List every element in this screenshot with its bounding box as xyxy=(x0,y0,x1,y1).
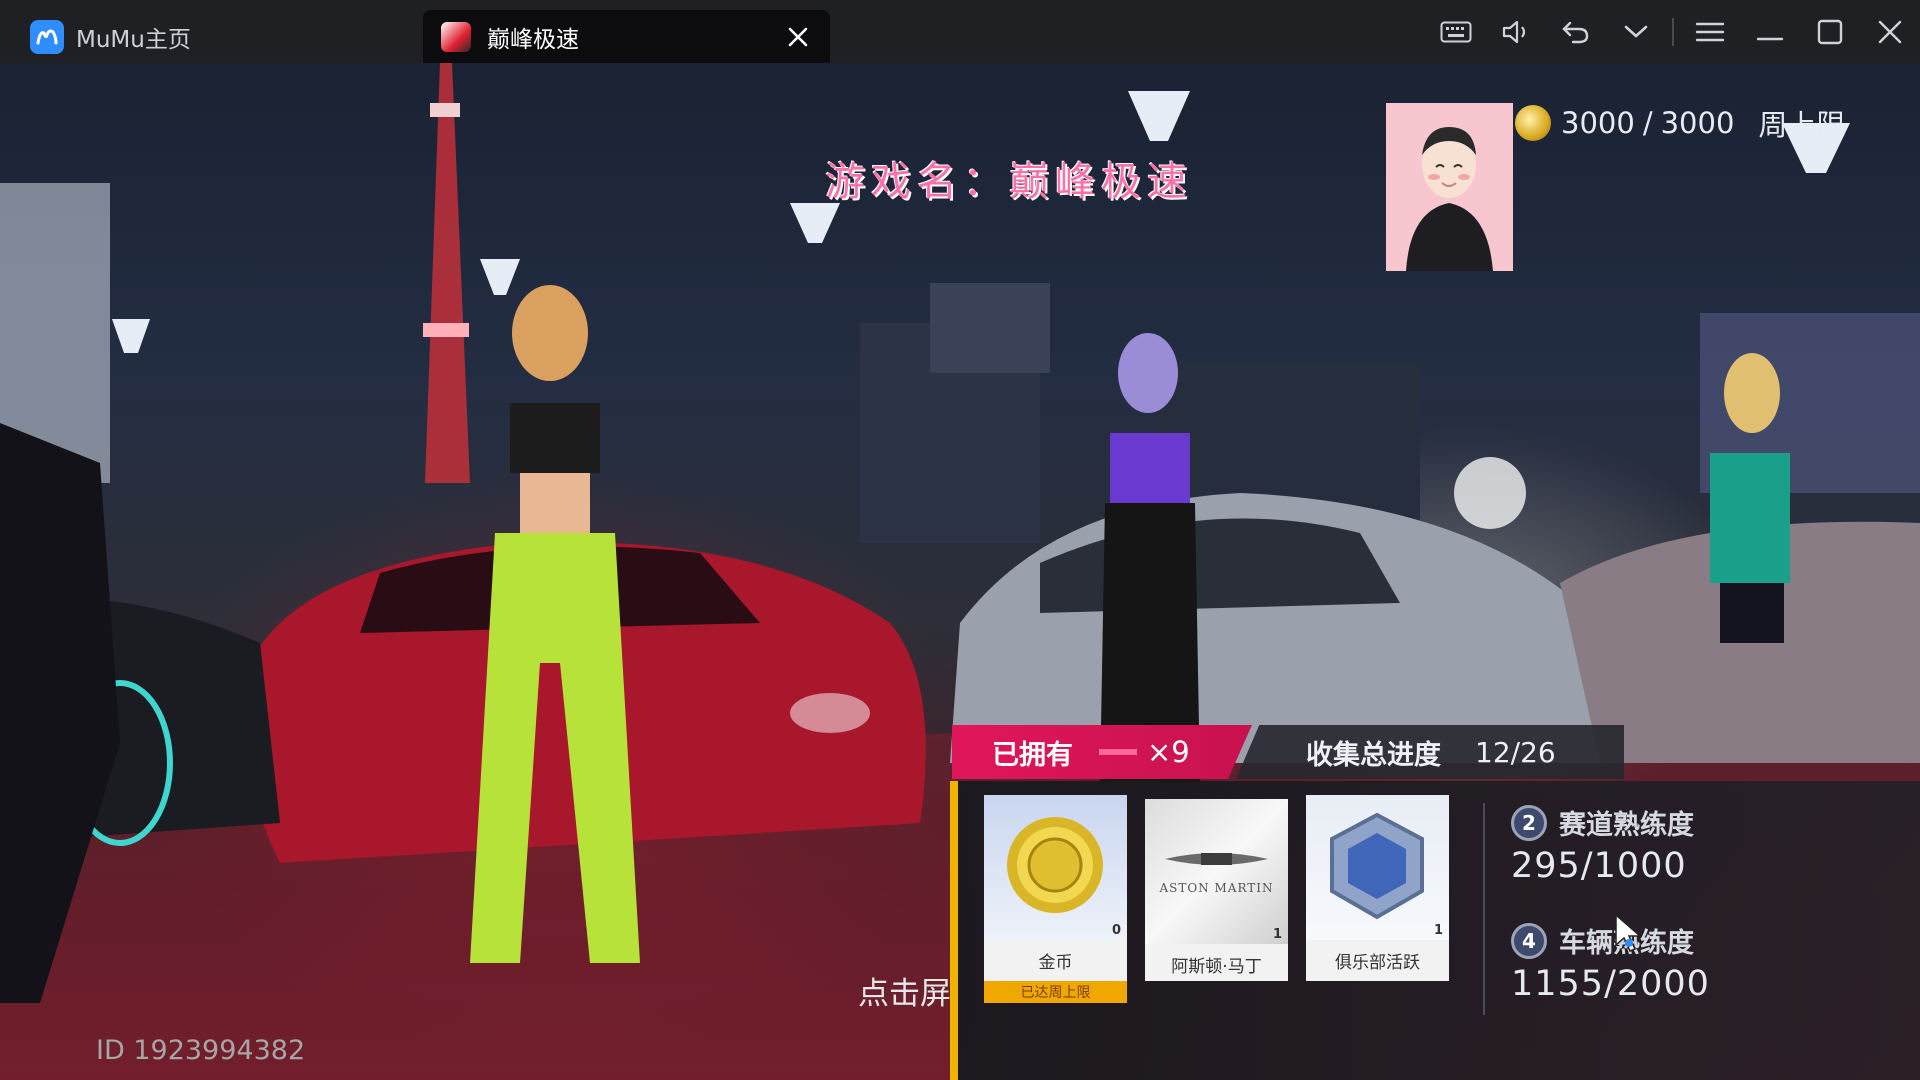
currency-separator: / xyxy=(1642,106,1653,140)
game-app-icon xyxy=(441,21,471,52)
progress-value: 12/26 xyxy=(1475,735,1556,769)
collection-progress-bar: 收集总进度 12/26 xyxy=(1236,725,1624,779)
owned-count-bar: 已拥有 ×9 xyxy=(952,725,1252,779)
volume-icon[interactable] xyxy=(1486,0,1546,63)
close-icon[interactable] xyxy=(1860,0,1920,63)
avatar-portrait-icon xyxy=(1406,127,1493,271)
panel-divider xyxy=(1483,803,1485,1015)
level-badge-icon: 2 xyxy=(1511,804,1547,841)
level-badge-icon: 4 xyxy=(1511,922,1547,959)
gold-coin-icon: 0 xyxy=(984,795,1127,940)
collection-reward-panel: 0 金币 已达周上限 ASTON MARTIN 1 阿斯顿·马丁 1 俱乐部活跃… xyxy=(950,781,1920,1080)
player-avatar[interactable] xyxy=(1386,103,1513,271)
keyboard-icon[interactable] xyxy=(1426,0,1486,63)
toolbar-divider xyxy=(1672,17,1674,46)
maximize-icon[interactable] xyxy=(1800,0,1860,63)
reward-name: 金币 xyxy=(1038,953,1073,973)
reward-qty: 1 xyxy=(1272,927,1282,942)
currency-max: 3000 xyxy=(1660,106,1735,140)
window-toolbar xyxy=(1426,0,1920,63)
coin-icon xyxy=(1515,105,1551,141)
game-viewport[interactable]: 游戏名：巅峰极速 3000 / 3000 周上限 ID 1923994382 点… xyxy=(0,63,1920,1080)
stat-label: 赛道熟练度 xyxy=(1559,810,1694,841)
tab-close-icon[interactable] xyxy=(784,23,812,51)
progress-label: 收集总进度 xyxy=(1306,739,1441,771)
owned-item-icon xyxy=(1099,749,1137,755)
tab-label: 巅峰极速 xyxy=(487,26,579,53)
brand-text: ASTON MARTIN xyxy=(1159,881,1274,895)
chevron-down-icon[interactable] xyxy=(1606,0,1666,63)
reward-card-gold[interactable]: 0 金币 已达周上限 xyxy=(984,795,1127,1003)
weekly-cap-label: 周上限 xyxy=(1758,108,1846,142)
tab-game[interactable]: 巅峰极速 xyxy=(423,10,830,63)
player-id: ID 1923994382 xyxy=(96,1035,306,1066)
tap-screen-hint[interactable]: 点击屏 xyxy=(858,968,954,1013)
reward-name: 阿斯顿·马丁 xyxy=(1171,957,1262,977)
reward-qty: 1 xyxy=(1433,923,1443,938)
reward-qty: 0 xyxy=(1111,923,1121,938)
weekly-limit-tag: 已达周上限 xyxy=(984,981,1127,1003)
game-name-banner: 游戏名：巅峰极速 xyxy=(825,159,1193,205)
tab-label: MuMu主页 xyxy=(76,26,191,53)
aston-martin-logo-icon: ASTON MARTIN 1 xyxy=(1145,799,1288,944)
owned-label: 已拥有 xyxy=(992,739,1073,771)
club-badge-icon: 1 xyxy=(1306,795,1449,940)
mumu-logo-icon xyxy=(30,19,64,54)
reward-card-club-activity[interactable]: 1 俱乐部活跃 xyxy=(1306,795,1449,981)
mouse-cursor-icon xyxy=(1614,913,1644,957)
currency-counter: 3000 / 3000 周上限 xyxy=(1515,103,1845,143)
vehicle-proficiency: 4 车辆熟练度 1155/2000 xyxy=(1511,921,1710,1004)
menu-icon[interactable] xyxy=(1680,0,1740,63)
stat-value: 295/1000 xyxy=(1511,846,1687,886)
undo-icon[interactable] xyxy=(1546,0,1606,63)
reward-card-aston-martin[interactable]: ASTON MARTIN 1 阿斯顿·马丁 xyxy=(1145,799,1288,981)
window-titlebar: MuMu主页 巅峰极速 xyxy=(0,0,1920,63)
owned-count: ×9 xyxy=(1147,735,1190,769)
stat-value: 1155/2000 xyxy=(1511,964,1710,1004)
reward-name: 俱乐部活跃 xyxy=(1335,953,1420,973)
minimize-icon[interactable] xyxy=(1740,0,1800,63)
tab-mumu-home[interactable]: MuMu主页 xyxy=(30,10,410,63)
currency-current: 3000 xyxy=(1561,106,1635,140)
track-proficiency: 2 赛道熟练度 295/1000 xyxy=(1511,803,1694,886)
